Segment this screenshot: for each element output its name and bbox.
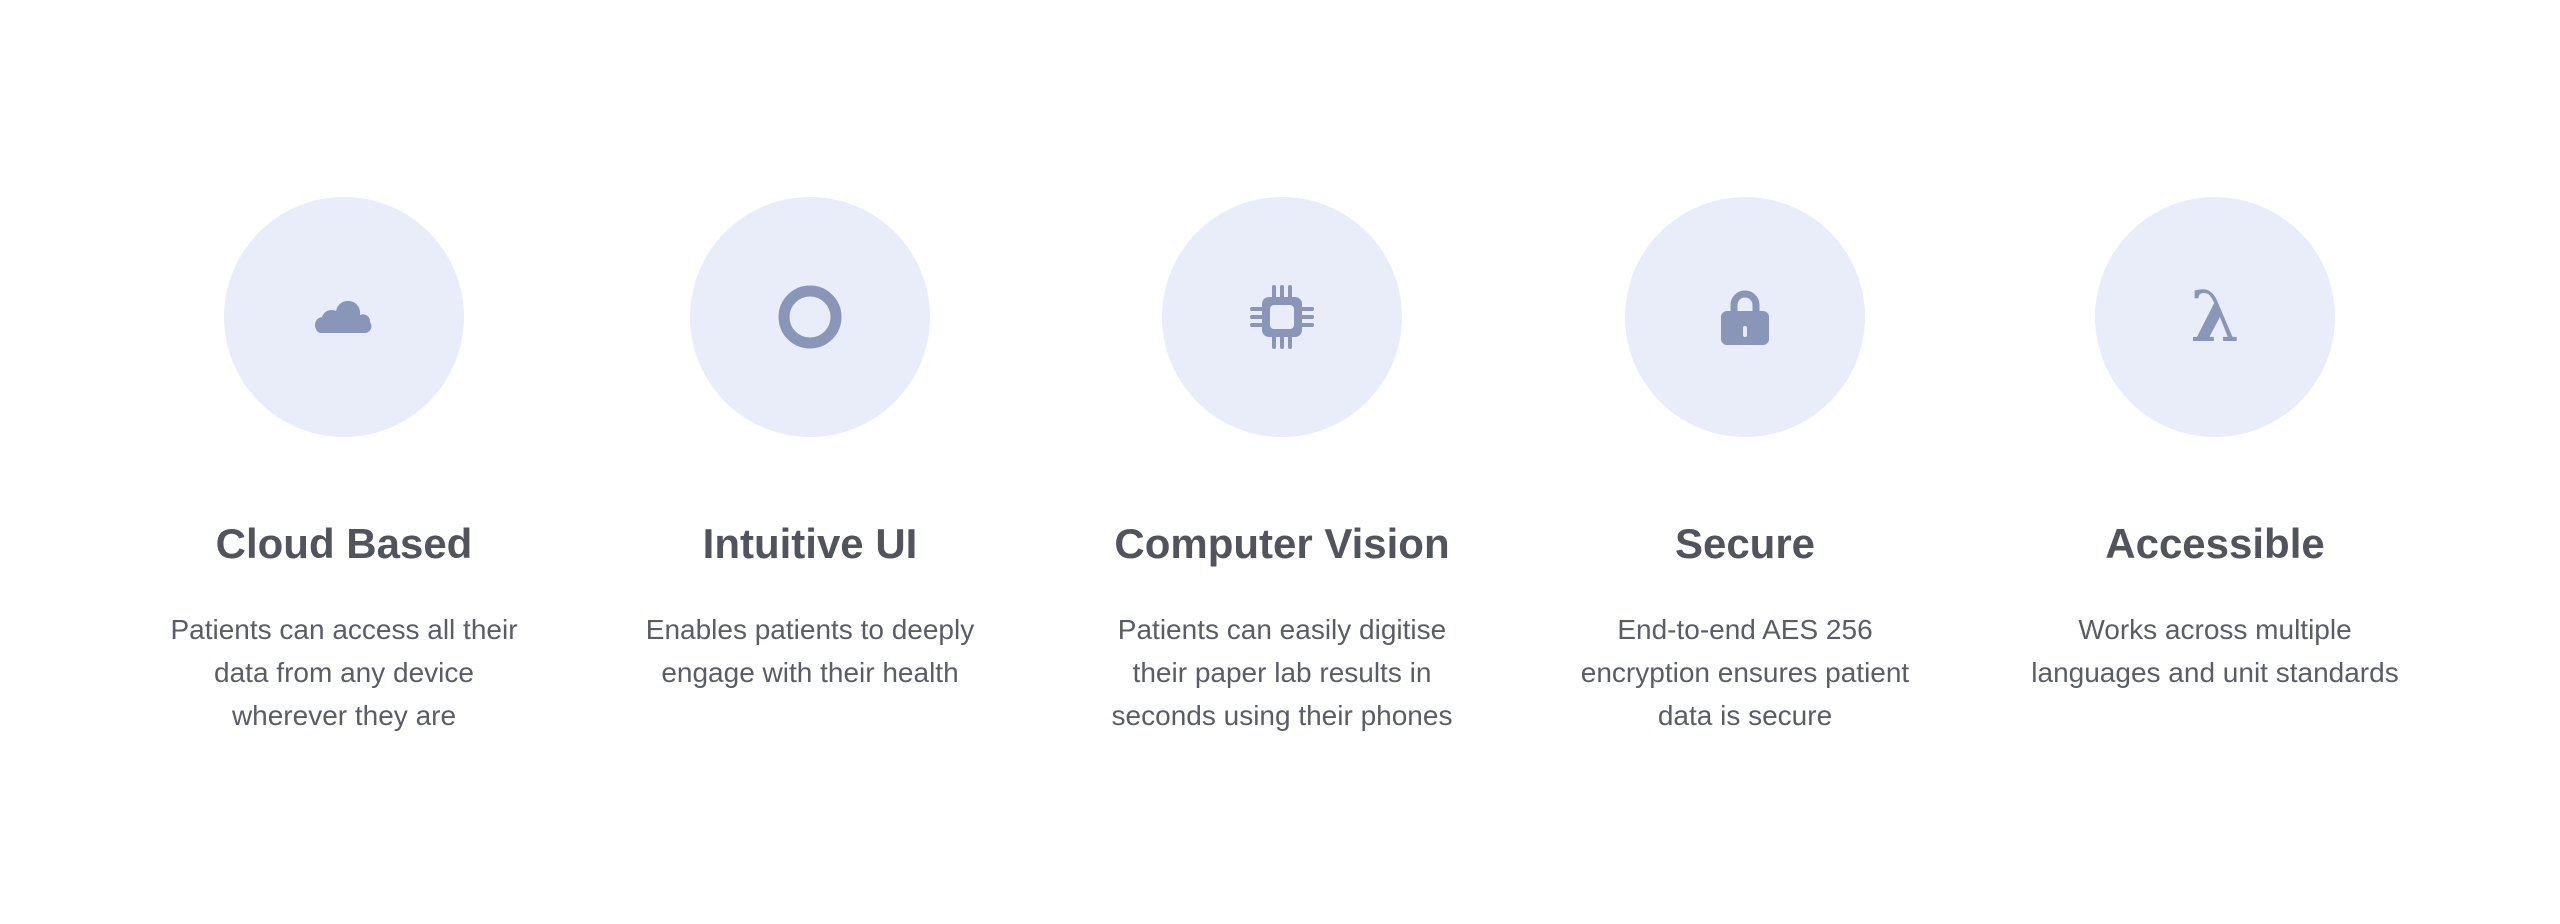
description-line: encryption ensures patient [1580, 657, 1910, 688]
icon-circle [1162, 197, 1402, 437]
description-line: Enables patients to deeply [645, 614, 975, 645]
feature-title: Cloud Based [215, 520, 473, 567]
feature-description: Patients can easily digitise their paper… [1062, 608, 1502, 737]
icon-circle: λ [2095, 197, 2335, 437]
description-line: Patients can easily digitise [1117, 614, 1447, 645]
lambda-icon: λ [2190, 275, 2240, 358]
description-line: wherever they are [231, 700, 457, 731]
feature-description: Patients can access all their data from … [124, 608, 564, 737]
description-line: engage with their health [661, 657, 959, 688]
icon-circle [224, 197, 464, 437]
chip-icon [1250, 285, 1314, 349]
circle-icon [778, 285, 842, 349]
feature-title: Computer Vision [1114, 520, 1450, 567]
description-line: data is secure [1657, 700, 1833, 731]
feature-description: Works across multiple languages and unit… [1995, 608, 2435, 694]
description-line: data from any device [214, 657, 474, 688]
feature-title: Accessible [2105, 520, 2325, 567]
description-line: Patients can access all their [170, 614, 518, 645]
description-line: End-to-end AES 256 [1617, 614, 1873, 645]
feature-title: Intuitive UI [702, 520, 918, 567]
feature-description: Enables patients to deeply engage with t… [590, 608, 1030, 694]
lock-icon [1721, 290, 1769, 345]
feature-title: Secure [1674, 520, 1816, 567]
description-line: Works across multiple [2078, 614, 2352, 645]
description-line: languages and unit standards [2031, 657, 2399, 688]
feature-description: End-to-end AES 256 encryption ensures pa… [1525, 608, 1965, 737]
cloud-icon [314, 300, 372, 333]
description-line: their paper lab results in [1132, 657, 1432, 688]
icon-circle [1625, 197, 1865, 437]
description-line: seconds using their phones [1111, 700, 1453, 731]
icon-circle [690, 197, 930, 437]
